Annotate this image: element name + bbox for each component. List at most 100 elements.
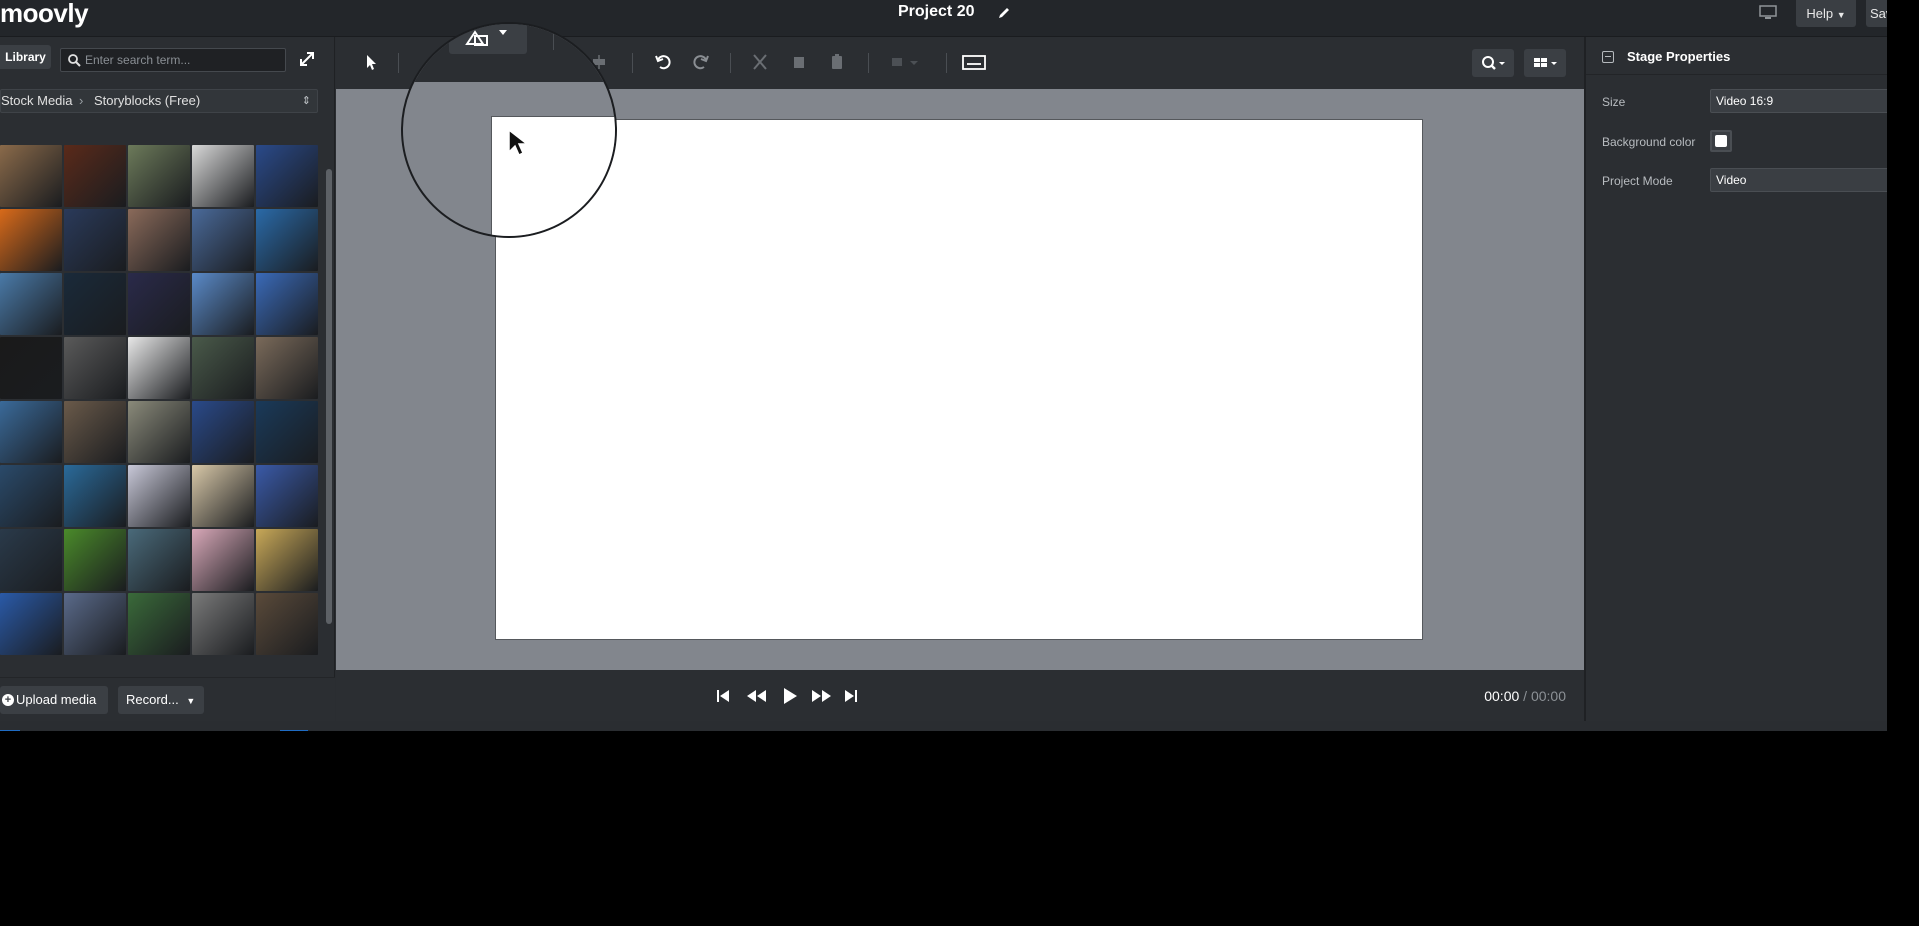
scrollbar-thumb[interactable] bbox=[326, 169, 332, 624]
media-thumbnail[interactable] bbox=[0, 401, 62, 463]
library-tab[interactable]: Library bbox=[0, 45, 51, 69]
media-thumbnail[interactable] bbox=[64, 273, 126, 335]
media-thumbnail[interactable] bbox=[128, 593, 190, 655]
media-thumbnail[interactable] bbox=[64, 401, 126, 463]
media-thumbnail[interactable] bbox=[256, 465, 318, 527]
save-button[interactable]: Save bbox=[1866, 0, 1887, 27]
media-thumbnail[interactable] bbox=[192, 529, 254, 591]
media-thumbnail[interactable] bbox=[128, 529, 190, 591]
background-color-picker[interactable] bbox=[1710, 130, 1732, 152]
media-thumbnail[interactable] bbox=[256, 337, 318, 399]
pencil-icon[interactable] bbox=[996, 5, 1012, 21]
media-thumbnail[interactable] bbox=[0, 337, 62, 399]
help-button[interactable]: Help ▼ bbox=[1796, 0, 1856, 27]
time-separator: / bbox=[1523, 688, 1528, 704]
media-thumbnail[interactable] bbox=[192, 337, 254, 399]
toolbar-divider bbox=[730, 53, 731, 73]
media-thumbnail[interactable] bbox=[128, 465, 190, 527]
record-label: Record... bbox=[126, 692, 179, 707]
media-thumbnail[interactable] bbox=[0, 465, 62, 527]
upload-label: Upload media bbox=[16, 692, 97, 707]
magnified-toolbar bbox=[403, 24, 615, 82]
media-thumbnail[interactable] bbox=[256, 273, 318, 335]
record-button[interactable]: Record... ▼ bbox=[118, 686, 204, 714]
shapes-icon bbox=[465, 30, 507, 46]
media-thumbnail[interactable] bbox=[0, 273, 62, 335]
media-thumbnail[interactable] bbox=[0, 593, 62, 655]
chevron-down-icon: ▼ bbox=[186, 696, 196, 706]
fast-forward-icon[interactable] bbox=[808, 686, 834, 706]
play-icon[interactable] bbox=[778, 686, 800, 706]
toolbar-divider bbox=[868, 53, 869, 73]
media-thumbnail[interactable] bbox=[192, 593, 254, 655]
media-thumbnail[interactable] bbox=[256, 145, 318, 207]
media-thumbnail[interactable] bbox=[192, 209, 254, 271]
skip-to-end-icon[interactable] bbox=[840, 686, 862, 706]
library-header: Library bbox=[0, 41, 335, 72]
media-thumbnail[interactable] bbox=[0, 209, 62, 271]
progress-marker bbox=[280, 730, 308, 731]
layout-button[interactable] bbox=[1524, 49, 1566, 77]
media-thumbnail[interactable] bbox=[64, 465, 126, 527]
media-thumbnail[interactable] bbox=[192, 401, 254, 463]
search-icon bbox=[68, 54, 81, 67]
media-thumbnail[interactable] bbox=[64, 145, 126, 207]
skip-to-start-icon[interactable] bbox=[712, 686, 734, 706]
expand-icon[interactable] bbox=[298, 50, 316, 68]
project-mode-label: Project Mode bbox=[1602, 174, 1673, 188]
media-thumbnail[interactable] bbox=[256, 593, 318, 655]
search-input[interactable] bbox=[85, 49, 281, 71]
zoom-button[interactable] bbox=[1472, 49, 1514, 77]
undo-icon[interactable] bbox=[652, 51, 674, 73]
app-logo: moovly bbox=[0, 0, 89, 28]
toolbar-divider bbox=[946, 53, 947, 73]
media-thumbnail[interactable] bbox=[128, 337, 190, 399]
media-thumbnail[interactable] bbox=[256, 401, 318, 463]
media-thumbnail[interactable] bbox=[0, 145, 62, 207]
media-thumbnail[interactable] bbox=[256, 529, 318, 591]
cursor-magnifier bbox=[401, 22, 617, 238]
toolbar-divider bbox=[407, 54, 415, 56]
media-thumbnail[interactable] bbox=[256, 209, 318, 271]
media-thumbnail[interactable] bbox=[128, 401, 190, 463]
preview-monitor-button[interactable] bbox=[1752, 0, 1784, 27]
media-source-selector[interactable]: Stock Media › Storyblocks (Free) ⇕ bbox=[0, 89, 318, 113]
bottom-strip bbox=[0, 721, 1887, 731]
rewind-icon[interactable] bbox=[744, 686, 770, 706]
collapse-icon[interactable] bbox=[1602, 51, 1614, 63]
paste-icon[interactable] bbox=[826, 51, 848, 73]
media-thumbnail[interactable] bbox=[64, 337, 126, 399]
media-thumbnail[interactable] bbox=[128, 145, 190, 207]
upload-media-button[interactable]: + Upload media bbox=[0, 686, 108, 714]
progress-marker bbox=[0, 730, 20, 731]
project-mode-select[interactable]: Video bbox=[1710, 168, 1887, 192]
plus-circle-icon: + bbox=[2, 694, 14, 706]
media-thumbnail[interactable] bbox=[192, 145, 254, 207]
media-thumbnail[interactable] bbox=[64, 209, 126, 271]
media-thumbnail[interactable] bbox=[192, 465, 254, 527]
size-select[interactable]: Video 16:9 bbox=[1710, 89, 1887, 113]
top-bar: moovly Project 20 Help ▼ Save bbox=[0, 0, 1887, 37]
subtitles-icon[interactable] bbox=[961, 51, 987, 73]
color-swatch-fill bbox=[1715, 135, 1727, 147]
arrange-dropdown-icon[interactable] bbox=[888, 51, 928, 73]
library-scrollbar[interactable] bbox=[325, 145, 333, 700]
moovly-editor: moovly Project 20 Help ▼ Save Library bbox=[0, 0, 1887, 731]
media-thumbnail[interactable] bbox=[192, 273, 254, 335]
shape-tool-button[interactable] bbox=[449, 24, 527, 54]
media-thumbnail[interactable] bbox=[64, 529, 126, 591]
stage-canvas[interactable] bbox=[495, 119, 1423, 640]
media-grid bbox=[0, 145, 320, 700]
chevron-right-icon: › bbox=[79, 93, 84, 108]
current-time: 00:00 bbox=[1484, 688, 1520, 704]
copy-icon[interactable] bbox=[788, 51, 810, 73]
media-thumbnail[interactable] bbox=[64, 593, 126, 655]
select-pointer-icon[interactable] bbox=[360, 51, 382, 73]
help-label: Help bbox=[1806, 6, 1834, 21]
media-thumbnail[interactable] bbox=[0, 529, 62, 591]
redo-icon[interactable] bbox=[690, 51, 712, 73]
media-thumbnail[interactable] bbox=[128, 209, 190, 271]
project-title[interactable]: Project 20 bbox=[898, 3, 974, 21]
cut-icon[interactable] bbox=[749, 51, 771, 73]
media-thumbnail[interactable] bbox=[128, 273, 190, 335]
